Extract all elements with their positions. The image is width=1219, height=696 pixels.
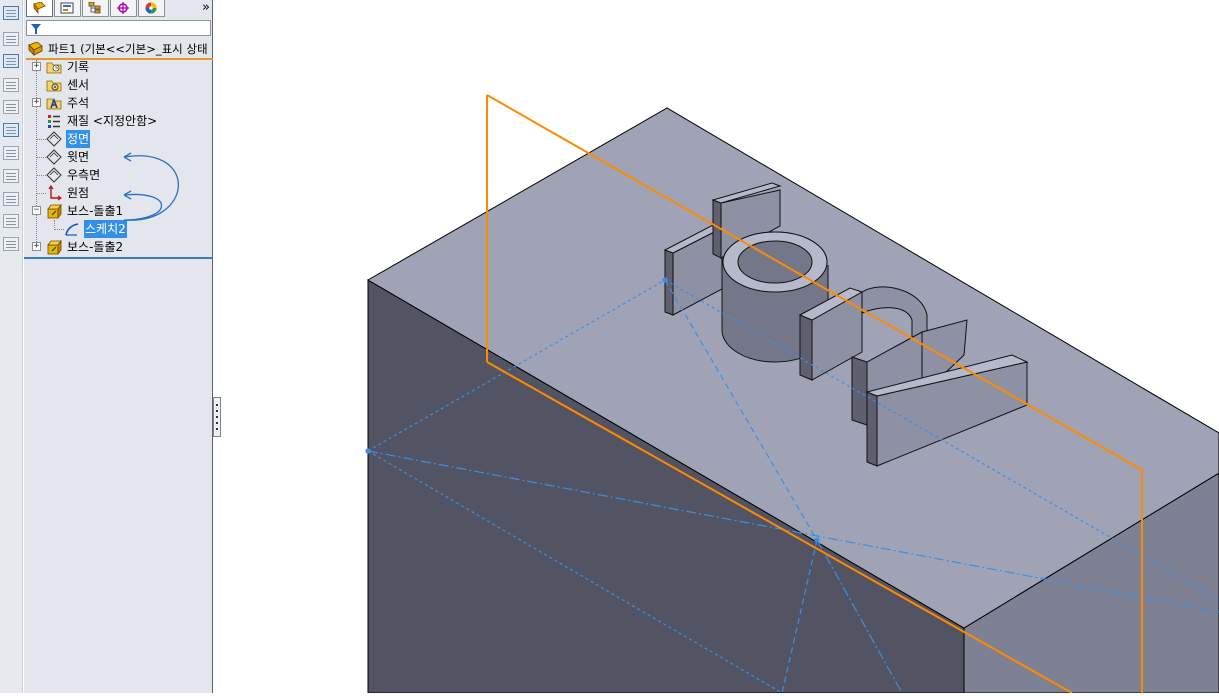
toolbar-button-11[interactable] — [3, 237, 19, 251]
toolbar-button-8[interactable] — [3, 169, 19, 183]
annotation-arrows — [123, 152, 180, 221]
left-toolbar — [0, 0, 23, 693]
toolbar-button-3[interactable] — [3, 54, 19, 68]
model-view — [365, 94, 1219, 694]
toolbar-button-1[interactable] — [3, 6, 19, 20]
grip-icon — [216, 404, 218, 406]
toolbar-button-9[interactable] — [3, 192, 19, 206]
tree-end-separator — [24, 257, 212, 259]
panel-collapse-handle[interactable] — [213, 397, 221, 437]
toolbar-button-4[interactable] — [3, 78, 19, 92]
feature-manager-panel: » 파트1 (기본<<기본>_표시 상태 + 기록 센서 + 주석 재질 <지정… — [24, 0, 213, 693]
toolbar-button-5[interactable] — [3, 100, 19, 114]
graphics-viewport[interactable] — [222, 0, 1219, 694]
toolbar-button-2[interactable] — [3, 32, 19, 46]
toolbar-button-7[interactable] — [3, 146, 19, 160]
toolbar-button-10[interactable] — [3, 214, 19, 228]
toolbar-button-6[interactable] — [3, 123, 19, 137]
